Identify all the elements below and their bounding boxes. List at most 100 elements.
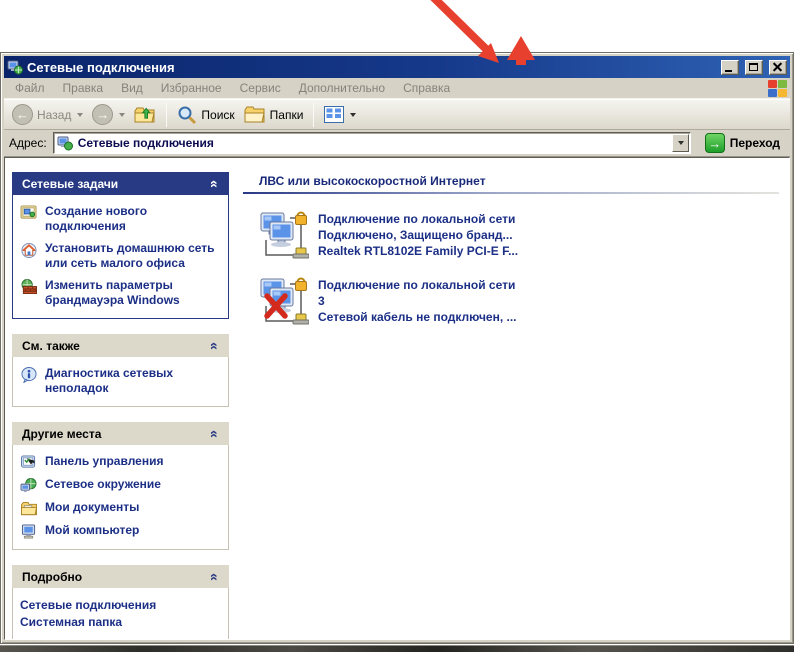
my-documents-icon bbox=[21, 501, 38, 516]
connection-text: Подключение по локальной сети Подключено… bbox=[318, 210, 518, 262]
info-icon bbox=[21, 367, 37, 383]
task-label: Мой компьютер bbox=[45, 523, 140, 537]
up-button[interactable] bbox=[131, 103, 159, 127]
go-arrow-icon: → bbox=[704, 133, 725, 153]
search-icon bbox=[178, 106, 197, 124]
panel-body: Диагностика сетевых неполадок bbox=[12, 357, 229, 407]
task-setup-home-network[interactable]: Установить домашнюю сеть или сеть малого… bbox=[20, 241, 222, 271]
address-label: Адрес: bbox=[9, 136, 47, 150]
panel-title: Подробно bbox=[22, 569, 83, 584]
content-area: Сетевые задачи « Создание нового подключ… bbox=[4, 157, 790, 640]
network-connector-icon bbox=[292, 247, 309, 259]
toolbar-separator bbox=[313, 102, 315, 127]
menu-edit[interactable]: Правка bbox=[54, 81, 113, 95]
maximize-button[interactable] bbox=[745, 59, 763, 75]
panel-header-network-tasks[interactable]: Сетевые задачи « bbox=[12, 172, 229, 195]
menu-file[interactable]: Файл bbox=[6, 81, 54, 95]
network-places-icon bbox=[20, 478, 37, 493]
chevron-up-icon[interactable]: « bbox=[207, 342, 223, 350]
maximize-icon bbox=[749, 62, 758, 71]
task-label: Панель управления bbox=[45, 454, 164, 468]
address-dropdown-button[interactable] bbox=[671, 134, 689, 152]
my-computer-icon bbox=[21, 524, 36, 539]
task-label: Сетевое окружение bbox=[45, 477, 161, 491]
connection-status: Подключено, Защищено бранд... bbox=[318, 228, 513, 243]
task-create-connection[interactable]: Создание нового подключения bbox=[20, 204, 222, 234]
menu-view[interactable]: Вид bbox=[112, 81, 152, 95]
link-control-panel[interactable]: Панель управления bbox=[20, 454, 222, 470]
search-label: Поиск bbox=[201, 107, 235, 122]
windows-logo-icon bbox=[768, 79, 788, 97]
views-dropdown-icon[interactable] bbox=[350, 112, 357, 117]
panel-other-places: Другие места « Панель управления Сетевое… bbox=[12, 422, 229, 550]
search-button[interactable]: Поиск bbox=[174, 103, 237, 127]
minimize-button[interactable] bbox=[721, 59, 739, 75]
menu-favorites[interactable]: Избранное bbox=[152, 81, 231, 95]
lock-icon bbox=[295, 277, 307, 291]
folders-button[interactable]: Папки bbox=[241, 103, 307, 127]
folder-up-icon bbox=[134, 107, 156, 122]
toolbar: ← Назад → Поиск Папки bbox=[4, 99, 790, 130]
chevron-down-icon bbox=[678, 141, 685, 145]
connections-list: ЛВС или высокоскоростной Интернет Подклю… bbox=[229, 172, 785, 639]
panel-header-details[interactable]: Подробно « bbox=[12, 565, 229, 588]
forward-button[interactable]: → bbox=[89, 102, 128, 127]
task-pane-sidebar: Сетевые задачи « Создание нового подключ… bbox=[12, 172, 229, 639]
details-folder-type: Системная папка bbox=[20, 615, 123, 630]
back-icon: ← bbox=[12, 104, 33, 125]
network-connections-icon bbox=[57, 136, 73, 151]
chevron-up-icon[interactable]: « bbox=[207, 180, 223, 188]
task-windows-firewall[interactable]: Изменить параметры брандмауэра Windows bbox=[20, 278, 222, 308]
menu-help[interactable]: Справка bbox=[394, 81, 459, 95]
forward-icon: → bbox=[92, 104, 114, 125]
panel-body: Панель управления Сетевое окружение Мои … bbox=[12, 445, 229, 550]
views-icon bbox=[324, 106, 345, 123]
menu-bar: Файл Правка Вид Избранное Сервис Дополни… bbox=[4, 78, 790, 99]
network-connections-window: Сетевые подключения Файл Правка Вид Избр… bbox=[0, 52, 794, 644]
back-button[interactable]: ← Назад bbox=[9, 102, 86, 127]
details-folder-name: Сетевые подключения bbox=[20, 598, 157, 612]
task-label: Изменить параметры брандмауэра Windows bbox=[45, 278, 180, 307]
close-button[interactable] bbox=[769, 59, 787, 75]
connection-name: Подключение по локальной сети bbox=[318, 212, 516, 226]
link-my-documents[interactable]: Мои документы bbox=[20, 500, 222, 516]
toolbar-separator bbox=[166, 102, 168, 127]
panel-details: Подробно « Сетевые подключения Системная… bbox=[12, 565, 229, 639]
connection-device: Realtek RTL8102E Family PCI-E F... bbox=[318, 244, 519, 259]
task-label: Мои документы bbox=[45, 500, 140, 514]
network-connections-icon bbox=[7, 60, 23, 75]
chevron-up-icon[interactable]: « bbox=[207, 573, 223, 581]
panel-body: Создание нового подключения Установить д… bbox=[12, 195, 229, 319]
connection-item-lan-3[interactable]: Подключение по локальной сети 3 Сетевой … bbox=[259, 276, 779, 328]
task-label: Установить домашнюю сеть или сеть малого… bbox=[45, 241, 215, 270]
menu-advanced[interactable]: Дополнительно bbox=[290, 81, 394, 95]
monitor-front bbox=[269, 221, 294, 247]
views-button[interactable] bbox=[321, 104, 359, 125]
connection-item-lan[interactable]: Подключение по локальной сети Подключено… bbox=[259, 210, 779, 262]
panel-header-see-also[interactable]: См. также « bbox=[12, 334, 229, 357]
link-network-places[interactable]: Сетевое окружение bbox=[20, 477, 222, 493]
chevron-up-icon[interactable]: « bbox=[207, 430, 223, 438]
address-combobox[interactable]: Сетевые подключения bbox=[52, 132, 691, 154]
back-dropdown-icon[interactable] bbox=[77, 112, 84, 117]
link-my-computer[interactable]: Мой компьютер bbox=[20, 523, 222, 539]
go-label: Переход bbox=[729, 136, 780, 150]
back-label: Назад bbox=[37, 107, 72, 122]
menu-tools[interactable]: Сервис bbox=[231, 81, 290, 95]
lan-connection-icon bbox=[260, 211, 309, 259]
titlebar[interactable]: Сетевые подключения bbox=[4, 56, 790, 78]
minimize-icon bbox=[725, 69, 732, 72]
task-label: Создание нового подключения bbox=[45, 204, 148, 233]
panel-title: См. также bbox=[22, 338, 80, 353]
window-title: Сетевые подключения bbox=[27, 59, 175, 75]
lan-connection-unplugged-icon bbox=[260, 277, 309, 325]
panel-header-other-places[interactable]: Другие места « bbox=[12, 422, 229, 445]
address-bar: Адрес: Сетевые подключения → Переход bbox=[4, 130, 790, 157]
panel-title: Другие места bbox=[22, 426, 102, 441]
connection-status: Сетевой кабель не подключен, ... bbox=[318, 310, 517, 325]
group-header-rule bbox=[243, 192, 779, 194]
go-button[interactable]: → Переход bbox=[697, 133, 785, 153]
task-network-diagnostics[interactable]: Диагностика сетевых неполадок bbox=[20, 366, 222, 396]
task-label: Диагностика сетевых неполадок bbox=[45, 366, 173, 395]
forward-dropdown-icon[interactable] bbox=[119, 112, 126, 117]
